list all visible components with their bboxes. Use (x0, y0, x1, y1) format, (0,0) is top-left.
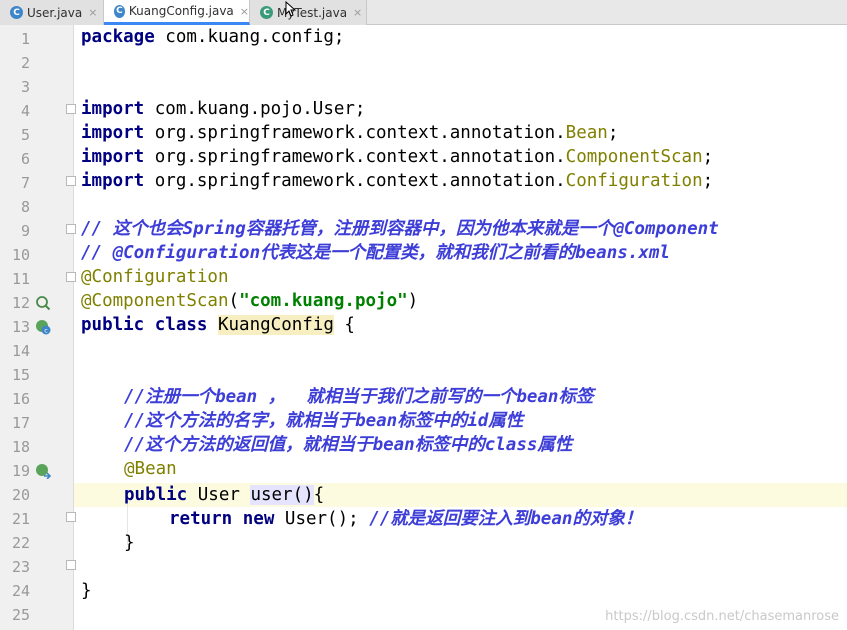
code-line-24: } (81, 581, 92, 601)
line-number: 2 (20, 54, 30, 72)
line-number: 19 (11, 462, 30, 480)
line-number: 6 (20, 150, 30, 168)
code-line-22: } (124, 533, 135, 553)
class-icon: C (10, 6, 23, 19)
line-number: 22 (11, 534, 30, 552)
close-icon[interactable]: × (88, 6, 97, 19)
code-line-16: //注册一个bean ， 就相当于我们之前写的一个bean标签 (124, 387, 594, 407)
line-number: 23 (11, 558, 30, 576)
line-number: 7 (20, 174, 30, 192)
code-line-5: import org.springframework.context.annot… (81, 123, 619, 143)
test-class-icon: C (260, 6, 273, 19)
line-number: 17 (11, 414, 30, 432)
line-number: 18 (11, 438, 30, 456)
line-number: 9 (20, 222, 30, 240)
line-number: 12 (11, 294, 30, 312)
line-number: 8 (20, 198, 30, 216)
line-number: 10 (11, 246, 30, 264)
line-number: 21 (11, 510, 30, 528)
watermark: https://blog.csdn.net/chasemanrose (605, 609, 839, 624)
code-line-4: import com.kuang.pojo.User; (81, 99, 366, 119)
code-line-1: package com.kuang.config; (81, 27, 345, 47)
line-number: 15 (11, 366, 30, 384)
line-number-gutter: 1 2 3 4 5 6 7 8 9 10 11 12 13 14 15 16 1… (0, 25, 76, 630)
line-number: 13 (11, 318, 30, 336)
code-line-9: // 这个也会Spring容器托管，注册到容器中，因为他本来就是一个@Compo… (81, 219, 719, 239)
tab-label: User.java (27, 5, 83, 20)
line-number: 24 (11, 582, 30, 600)
line-number: 1 (20, 30, 30, 48)
code-line-10: // @Configuration代表这是一个配置类，就和我们之前看的beans… (81, 243, 670, 263)
tab-user-java[interactable]: C User.java × (0, 0, 104, 25)
code-line-13: public class KuangConfig { (81, 315, 355, 335)
code-line-19: @Bean (124, 459, 177, 479)
code-line-12: @ComponentScan("com.kuang.pojo") (81, 291, 419, 311)
line-number: 25 (11, 606, 30, 624)
code-editor[interactable]: package com.kuang.config; import com.kua… (74, 25, 847, 630)
code-line-7: import org.springframework.context.annot… (81, 171, 714, 191)
close-icon[interactable]: × (240, 5, 249, 18)
code-line-17: //这个方法的名字，就相当于bean标签中的id属性 (124, 411, 524, 431)
line-number: 3 (20, 78, 30, 96)
line-number: 11 (11, 270, 30, 288)
line-number: 16 (11, 390, 30, 408)
editor-tab-bar: C User.java × C KuangConfig.java × C MyT… (0, 0, 847, 25)
line-number: 14 (11, 342, 30, 360)
code-line-6: import org.springframework.context.annot… (81, 147, 714, 167)
line-number: 5 (20, 126, 30, 144)
line-number: 20 (11, 486, 30, 504)
spring-bean-class-icon[interactable]: c (35, 319, 51, 335)
spring-bean-method-icon[interactable] (35, 463, 51, 479)
component-scan-icon[interactable] (35, 295, 51, 311)
mouse-cursor-icon (285, 1, 297, 17)
code-line-18: //这个方法的返回值，就相当于bean标签中的class属性 (124, 435, 573, 455)
code-line-21: return new User(); //就是返回要注入到bean的对象！ (169, 509, 643, 529)
code-line-20: public User user(){ (124, 485, 325, 505)
class-icon: C (114, 4, 125, 18)
tab-mytest-java[interactable]: C MyTest.java × (250, 0, 367, 25)
tab-kuangconfig-java[interactable]: C KuangConfig.java × (104, 0, 250, 25)
line-number: 4 (20, 102, 30, 120)
tab-label: KuangConfig.java (128, 4, 234, 18)
close-icon[interactable]: × (353, 6, 362, 19)
svg-text:c: c (44, 327, 48, 335)
code-line-11: @Configuration (81, 267, 229, 287)
